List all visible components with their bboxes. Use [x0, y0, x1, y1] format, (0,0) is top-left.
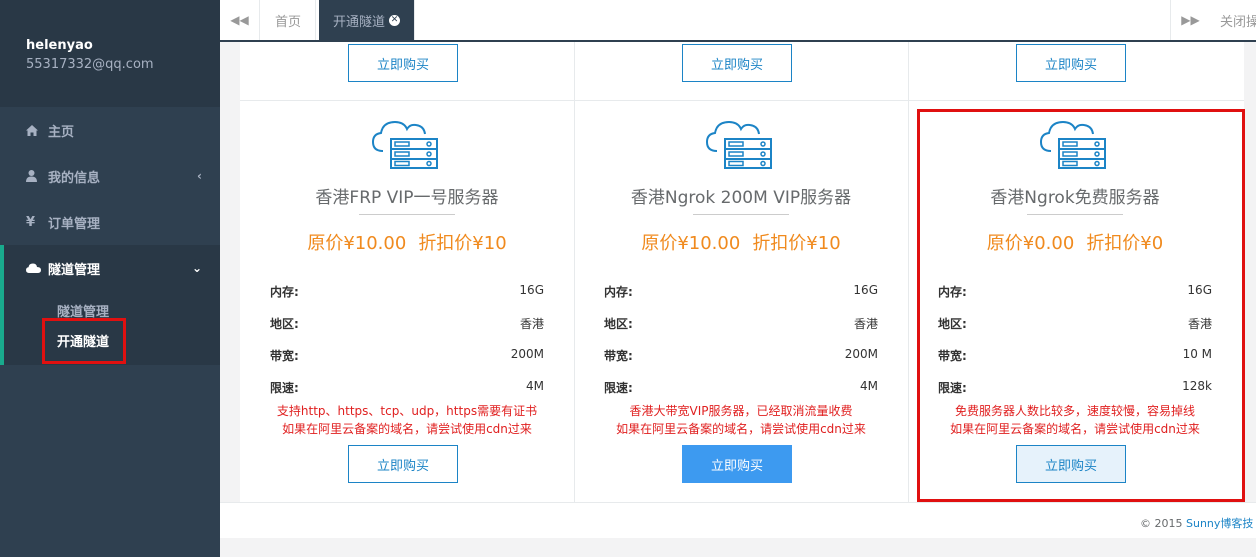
buy-button-prev-2[interactable]: 立即购买 [682, 44, 792, 82]
home-icon [26, 124, 42, 136]
user-name: helenyao [26, 38, 93, 53]
buy-button[interactable]: 立即购买 [348, 445, 458, 483]
spec-bandwidth: 带宽: 200M [604, 347, 878, 364]
double-chevron-left-icon: ◀◀ [230, 13, 249, 27]
cloud-icon [26, 263, 42, 273]
user-icon [26, 170, 42, 182]
chevron-down-icon: ⌄ [191, 261, 202, 275]
sidebar-item-label: 我的信息 [48, 170, 101, 186]
spec-speed-limit: 限速: 4M [270, 379, 544, 396]
chevron-left-icon: ‹ [197, 169, 202, 183]
close-operations-button[interactable]: 关闭操作 [1210, 0, 1256, 40]
double-chevron-right-icon: ▶▶ [1181, 13, 1200, 27]
spec-label: 限速: [604, 381, 633, 395]
sidebar-item-tunnels[interactable]: 隧道管理 ⌄ [0, 245, 220, 291]
discount-price: 折扣价¥10 [418, 233, 507, 254]
spec-value: 16G [519, 283, 544, 297]
close-tab-icon[interactable]: ✕ [389, 14, 400, 26]
spec-value: 香港 [519, 317, 544, 331]
scroll-left-button[interactable]: ◀◀ [220, 0, 260, 40]
discount-price: 折扣价¥10 [752, 233, 841, 254]
divider [359, 214, 455, 215]
sidebar-item-label: 隧道管理 [48, 262, 101, 278]
user-email: 55317332@qq.com [26, 57, 154, 72]
card-note: 香港大带宽VIP服务器，已经取消流量收费 如果在阿里云备案的域名，请尝试使用cd… [574, 402, 908, 438]
cloud-server-icon [371, 120, 438, 169]
card-title: 香港Ngrok 200M VIP服务器 [630, 188, 852, 208]
user-profile[interactable]: helenyao 55317332@qq.com [0, 0, 220, 107]
spec-bandwidth: 带宽: 200M [270, 347, 544, 364]
spec-label: 地区: [604, 317, 633, 331]
spec-label: 地区: [270, 317, 299, 331]
close-operations-label: 关闭操作 [1220, 14, 1256, 30]
sidebar-item-orders[interactable]: ¥ 订单管理 [0, 199, 220, 245]
tab-label: 开通隧道 [333, 14, 386, 30]
sidebar-item-home[interactable]: 主页 [0, 107, 220, 153]
server-card-frp-vip: 香港FRP VIP一号服务器 原价¥10.00 折扣价¥10 内存: 16G 地区:… [240, 101, 574, 502]
spec-region: 地区: 香港 [604, 315, 878, 332]
buy-button-label: 立即购买 [376, 57, 429, 73]
spec-label: 限速: [270, 381, 299, 395]
tab-label: 首页 [275, 14, 302, 30]
tab-open-tunnel[interactable]: 开通隧道 ✕ [319, 0, 415, 40]
copyright: © 2015 Sunny博客技 [1140, 515, 1256, 531]
spec-value: 香港 [853, 317, 878, 331]
spec-speed-limit: 限速: 4M [604, 379, 878, 396]
spec-label: 内存: [270, 285, 299, 299]
spec-memory: 内存: 16G [270, 283, 544, 300]
tab-home[interactable]: 首页 [261, 0, 317, 40]
original-price: 原价¥10.00 [641, 233, 741, 254]
footer: © 2015 Sunny博客技 [220, 502, 1256, 538]
highlight-box-open-tunnel [42, 318, 126, 364]
spec-label: 带宽: [270, 349, 299, 363]
sidebar-item-label: 主页 [48, 124, 75, 140]
buy-button-prev-3[interactable]: 立即购买 [1016, 44, 1126, 82]
sidebar-item-my-info[interactable]: 我的信息 ‹ [0, 153, 220, 199]
highlight-box-free-server [917, 109, 1245, 502]
spec-label: 带宽: [604, 349, 633, 363]
spec-value: 200M [844, 347, 878, 361]
copyright-text: © 2015 [1140, 517, 1186, 530]
note-line: 如果在阿里云备案的域名，请尝试使用cdn过来 [616, 422, 866, 436]
scroll-right-button[interactable]: ▶▶ [1170, 0, 1210, 40]
buy-button-label: 立即购买 [710, 458, 763, 474]
server-card-ngrok-200m: 香港Ngrok 200M VIP服务器 原价¥10.00 折扣价¥10 内存: 16… [574, 101, 908, 502]
spec-value: 200M [510, 347, 544, 361]
yen-icon: ¥ [26, 214, 36, 230]
spec-label: 内存: [604, 285, 633, 299]
card-note: 支持http、https、tcp、udp，https需要有证书 如果在阿里云备案… [240, 402, 574, 438]
card-price: 原价¥10.00 折扣价¥10 [240, 229, 574, 255]
divider [693, 214, 789, 215]
original-price: 原价¥10.00 [307, 233, 407, 254]
card-price: 原价¥10.00 折扣价¥10 [574, 229, 908, 255]
buy-button[interactable]: 立即购买 [682, 445, 792, 483]
spec-value: 4M [526, 379, 544, 393]
buy-button-label: 立即购买 [376, 458, 429, 474]
card-title: 香港FRP VIP一号服务器 [315, 188, 499, 208]
note-line: 香港大带宽VIP服务器，已经取消流量收费 [629, 404, 853, 418]
footer-link[interactable]: Sunny博客技 [1186, 517, 1253, 530]
buy-button-label: 立即购买 [710, 57, 763, 73]
buy-button-prev-1[interactable]: 立即购买 [348, 44, 458, 82]
buy-button-label: 立即购买 [1044, 57, 1097, 73]
spec-region: 地区: 香港 [270, 315, 544, 332]
tab-bar: ◀◀ 首页 开通隧道 ✕ ▶▶ 关闭操作 [220, 0, 1256, 42]
submenu-item-label: 隧道管理 [57, 304, 110, 320]
spec-value: 16G [853, 283, 878, 297]
sidebar: helenyao 55317332@qq.com 主页 我的信息 ‹ ¥ 订单管… [0, 0, 220, 557]
cloud-server-icon [705, 120, 772, 169]
sidebar-item-label: 订单管理 [48, 216, 101, 232]
note-line: 支持http、https、tcp、udp，https需要有证书 [276, 404, 538, 418]
spec-memory: 内存: 16G [604, 283, 878, 300]
spec-value: 4M [860, 379, 878, 393]
note-line: 如果在阿里云备案的域名，请尝试使用cdn过来 [282, 422, 532, 436]
